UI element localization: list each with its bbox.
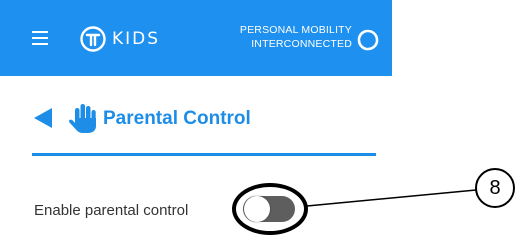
tagline-line-2: INTERCONNECTED (251, 38, 352, 50)
app-logo: KIDS (80, 25, 160, 53)
parental-control-label: Enable parental control (34, 202, 189, 219)
app-screen: KIDS PERSONAL MOBILITY INTERCONNECTED Pa… (0, 0, 521, 244)
tagline-line-1: PERSONAL MOBILITY (239, 24, 352, 36)
title-divider (32, 153, 376, 156)
toggle-knob (244, 196, 270, 222)
back-arrow-icon[interactable] (34, 108, 52, 128)
callout-number-badge: 8 (475, 168, 515, 208)
parental-control-toggle[interactable] (243, 196, 295, 222)
app-header: KIDS PERSONAL MOBILITY INTERCONNECTED (0, 0, 392, 76)
logo-mark-icon (80, 26, 106, 52)
page-title: Parental Control (103, 108, 251, 129)
interconnected-ring-icon (357, 29, 379, 51)
logo-text: KIDS (112, 29, 161, 49)
hand-icon (69, 104, 96, 133)
tagline: PERSONAL MOBILITY INTERCONNECTED (232, 23, 352, 51)
hamburger-menu-icon[interactable] (32, 31, 48, 45)
